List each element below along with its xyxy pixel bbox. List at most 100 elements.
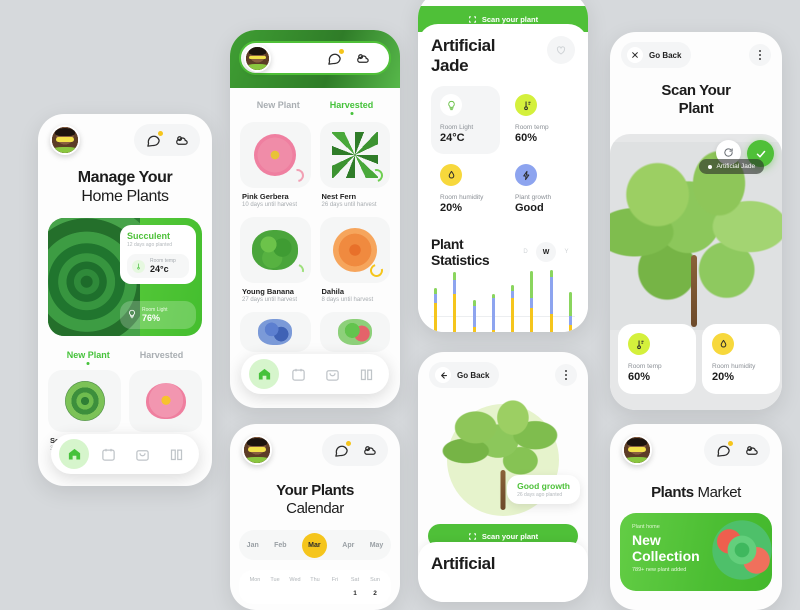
chart-bar-segment	[511, 291, 515, 299]
droplet-icon	[712, 333, 734, 355]
plant-card-item[interactable]: Pink Gerbera 10 days until harvest	[240, 122, 311, 208]
calendar-date-cell[interactable]: 1	[345, 590, 365, 597]
calendar-date-cell[interactable]	[245, 590, 265, 597]
nav-calendar[interactable]	[93, 439, 123, 469]
calendar-title-line1: Your Plants	[276, 482, 354, 499]
chart-bar-segment	[472, 327, 476, 332]
period-d[interactable]: D	[517, 244, 534, 261]
stat-label: Plant growth	[515, 194, 552, 201]
detail-title: Artificial Jade	[431, 36, 495, 76]
scan-stats-row: Room temp 60% Room humidity 20%	[618, 324, 782, 394]
period-w[interactable]: W	[536, 242, 556, 262]
header-actions	[315, 42, 381, 74]
favorite-button[interactable]	[547, 36, 575, 64]
bottom-nav	[241, 354, 389, 394]
more-options-button[interactable]	[749, 44, 771, 66]
go-back-button[interactable]: Go Back	[429, 362, 500, 388]
plant-thumbnail	[129, 370, 202, 432]
more-options-button[interactable]	[555, 364, 577, 386]
thermometer-icon	[132, 259, 145, 273]
scan-title-line1: Scan Your	[661, 82, 731, 99]
tab-new-plant[interactable]: New Plant	[67, 350, 110, 360]
chart-bar-segment	[511, 298, 515, 332]
notifications-button[interactable]	[710, 438, 736, 462]
avatar[interactable]	[622, 435, 652, 465]
page-title-line2: Home Plants	[81, 188, 169, 205]
period-y[interactable]: Y	[558, 244, 575, 261]
succulent-name: Succulent	[127, 231, 171, 241]
detail-stats-grid: Room Light 24°C Room temp 60% Room humid…	[431, 86, 575, 224]
notifications-button[interactable]	[328, 438, 354, 462]
month-may[interactable]: May	[370, 542, 384, 549]
scan-title-line2: Plant	[678, 100, 714, 117]
plant-card-item[interactable]: Young Banana 27 days until harvest	[240, 217, 311, 303]
screen-plant-detail: Scan your plant Artificial Jade Room Lig…	[418, 0, 588, 332]
scan-viewport: Artificial Jade Room temp 60% Room humid…	[610, 134, 782, 410]
growth-photo-area: Good growth 26 days ago planted	[418, 392, 588, 520]
calendar-date-cell[interactable]	[265, 590, 285, 597]
plant-card-item[interactable]: Dahila 8 days until harvest	[319, 217, 390, 303]
stat-tile: Room temp 60%	[618, 324, 696, 394]
month-mar[interactable]: Mar	[301, 532, 327, 558]
weather-button[interactable]	[356, 438, 382, 462]
nav-library[interactable]	[161, 439, 191, 469]
notifications-button[interactable]	[321, 46, 347, 70]
chart-bar-segment	[453, 272, 457, 281]
plant-meta: 27 days until harvest	[242, 297, 298, 303]
calendar-date-cell[interactable]: 2	[365, 590, 385, 597]
stat-tile: Room Light 24°C	[431, 86, 500, 154]
notifications-button[interactable]	[140, 128, 166, 152]
market-banner[interactable]: Plant home New Collection 789+ new plant…	[620, 513, 772, 591]
weather-button[interactable]	[168, 128, 194, 152]
room-light-card: Room Light 76%	[120, 301, 196, 329]
plant-card-item[interactable]: Nest Fern 26 days until harvest	[319, 122, 390, 208]
partial-row	[230, 312, 400, 352]
chart-bar-segment	[568, 324, 572, 332]
month-jan[interactable]: Jan	[247, 542, 259, 549]
header-actions	[704, 434, 770, 466]
detail-title-line1: Artificial	[431, 36, 496, 55]
avatar[interactable]	[50, 125, 80, 155]
chart-bar-segment	[549, 269, 553, 277]
calendar-date-cell[interactable]	[305, 590, 325, 597]
stat-value: 20%	[712, 371, 735, 383]
chart-bar-segment	[530, 308, 534, 332]
chart-bar-segment	[453, 293, 457, 332]
tab-harvested[interactable]: Harvested	[140, 350, 184, 360]
go-back-button[interactable]: Go Back	[621, 42, 692, 68]
chart-bar-group	[491, 293, 495, 332]
weather-button[interactable]	[349, 46, 375, 70]
weather-button[interactable]	[738, 438, 764, 462]
chart-bar-group	[568, 292, 572, 332]
screen-manage-home-plants: Manage Your Home Plants Succulent 12 day…	[38, 114, 212, 486]
page-title-line1: Manage Your	[77, 169, 173, 186]
month-feb[interactable]: Feb	[274, 542, 286, 549]
growth-badge-meta: 26 days ago planted	[517, 492, 563, 498]
scan-label: Scan your plant	[481, 531, 539, 541]
weekday-label: Tue	[270, 577, 280, 583]
calendar-header	[230, 424, 400, 470]
month-apr[interactable]: Apr	[342, 542, 354, 549]
tab-new-plant[interactable]: New Plant	[257, 100, 300, 110]
avatar[interactable]	[244, 44, 271, 72]
nav-shop[interactable]	[317, 359, 347, 389]
stat-value: 60%	[628, 371, 651, 383]
tab-harvested[interactable]: Harvested	[330, 100, 374, 110]
avatar[interactable]	[242, 435, 272, 465]
stat-value: 24°C	[440, 132, 465, 144]
nav-shop[interactable]	[127, 439, 157, 469]
chart-bar-segment	[491, 298, 495, 330]
calendar-date-cell[interactable]	[285, 590, 305, 597]
calendar-date-cell[interactable]	[325, 590, 345, 597]
nav-home[interactable]	[59, 439, 89, 469]
chart-bar-group	[530, 270, 534, 332]
chart-bars	[431, 269, 575, 332]
nav-calendar[interactable]	[283, 359, 313, 389]
hero-card[interactable]: Succulent 12 days ago planted Room temp …	[48, 218, 202, 336]
refresh-icon	[724, 148, 733, 157]
notification-badge	[339, 49, 344, 54]
plant-thumbnail	[240, 122, 311, 188]
weekday-label: Wed	[289, 577, 301, 583]
nav-library[interactable]	[351, 359, 381, 389]
nav-home[interactable]	[249, 359, 279, 389]
